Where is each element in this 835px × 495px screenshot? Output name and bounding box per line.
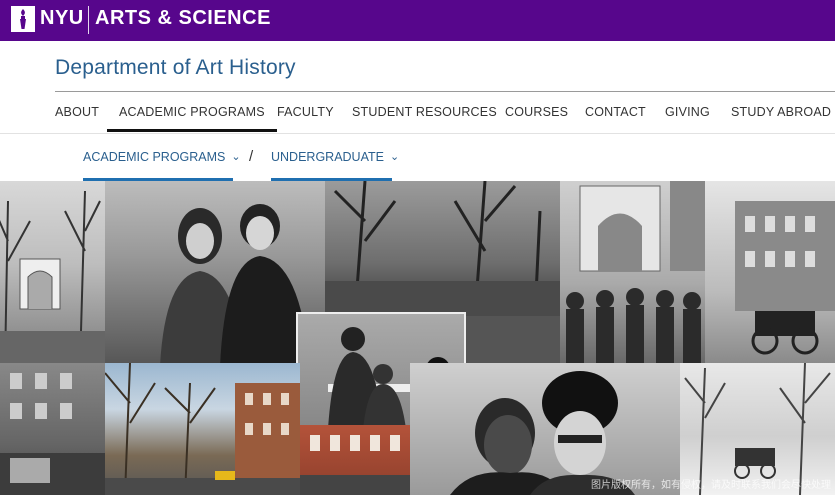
- nav-item-about[interactable]: ABOUT: [55, 92, 99, 132]
- nav-item-contact[interactable]: CONTACT: [585, 92, 646, 132]
- nav-item-academic-programs[interactable]: ACADEMIC PROGRAMS: [107, 92, 277, 132]
- hero-photo-collage: 图片版权所有，如有侵权，请及时联系我们会尽快处理: [0, 181, 835, 495]
- chevron-down-icon: ⌄: [389, 151, 400, 163]
- nav-item-student-resources[interactable]: STUDENT RESOURCES: [352, 92, 497, 132]
- breadcrumb-separator: /: [249, 148, 254, 165]
- site-header: NYU ARTS & SCIENCE: [0, 0, 835, 41]
- department-title[interactable]: Department of Art History: [55, 56, 296, 80]
- nav-item-giving[interactable]: GIVING: [665, 92, 710, 132]
- breadcrumb-undergraduate[interactable]: UNDERGRADUATE ⌄: [271, 144, 399, 182]
- nav-divider: [0, 133, 835, 134]
- photo-modern-street-color: [105, 363, 300, 495]
- photo-brick-building-street: [0, 363, 105, 495]
- school-name[interactable]: ARTS & SCIENCE: [95, 7, 271, 30]
- photo-couple-in-park: [105, 181, 325, 366]
- nav-item-study-abroad[interactable]: STUDY ABROAD: [731, 92, 831, 132]
- brand-logo-text[interactable]: NYU: [40, 7, 84, 30]
- photo-townhouses-horse-carriage: [705, 181, 835, 366]
- breadcrumb-academic-programs[interactable]: ACADEMIC PROGRAMS ⌄: [83, 144, 241, 182]
- brand-divider: [88, 6, 89, 34]
- photo-washington-square-arch-trees: [0, 181, 105, 366]
- image-watermark: 图片版权所有，如有侵权，请及时联系我们会尽快处理: [591, 480, 831, 491]
- nav-item-courses[interactable]: COURSES: [505, 92, 568, 132]
- chevron-down-icon: ⌄: [231, 151, 241, 163]
- photo-park-street-bare-trees: [325, 181, 560, 316]
- photo-brownstone-row-color: [300, 425, 410, 495]
- breadcrumb-label: ACADEMIC PROGRAMS: [83, 150, 226, 164]
- nav-item-faculty[interactable]: FACULTY: [277, 92, 334, 132]
- breadcrumb-label: UNDERGRADUATE: [271, 150, 384, 164]
- photo-arch-with-crowd: [560, 181, 705, 366]
- nyu-torch-icon[interactable]: [11, 6, 35, 32]
